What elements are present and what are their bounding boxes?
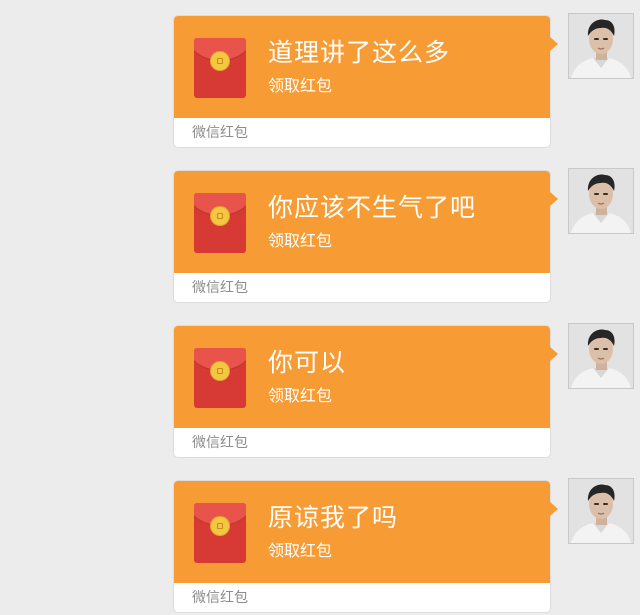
red-packet-card-header: 你应该不生气了吧 领取红包 [174, 171, 550, 273]
envelope-seal-icon [211, 207, 229, 225]
red-packet-subtitle: 领取红包 [268, 231, 333, 250]
message-row: 你应该不生气了吧 领取红包 微信红包 [0, 169, 640, 304]
red-packet-card[interactable]: 你可以 领取红包 微信红包 [174, 326, 550, 457]
red-packet-subtitle: 领取红包 [268, 386, 333, 405]
chat-window: 道理讲了这么多 领取红包 微信红包 你应该不生气了吧 领取红包 微信红包 你可以… [0, 0, 640, 615]
avatar[interactable] [569, 169, 633, 233]
avatar-photo [569, 169, 633, 233]
red-packet-subtitle: 领取红包 [268, 541, 333, 560]
red-packet-card[interactable]: 你应该不生气了吧 领取红包 微信红包 [174, 171, 550, 302]
bubble-tail [549, 191, 558, 207]
red-packet-card-header: 你可以 领取红包 [174, 326, 550, 428]
red-packet-card[interactable]: 道理讲了这么多 领取红包 微信红包 [174, 16, 550, 147]
red-packet-title: 道理讲了这么多 [268, 38, 451, 67]
avatar[interactable] [569, 14, 633, 78]
avatar-photo [569, 479, 633, 543]
red-envelope-icon [194, 503, 246, 563]
red-envelope-icon [194, 348, 246, 408]
red-packet-title: 你可以 [268, 348, 347, 377]
avatar[interactable] [569, 479, 633, 543]
red-packet-card[interactable]: 原谅我了吗 领取红包 微信红包 [174, 481, 550, 612]
red-packet-footer: 微信红包 [192, 280, 248, 296]
avatar-photo [569, 324, 633, 388]
red-packet-footer: 微信红包 [192, 590, 248, 606]
message-row: 原谅我了吗 领取红包 微信红包 [0, 479, 640, 614]
red-packet-title: 你应该不生气了吧 [268, 193, 477, 222]
avatar-photo [569, 14, 633, 78]
bubble-tail [549, 36, 558, 52]
red-packet-card-header: 原谅我了吗 领取红包 [174, 481, 550, 583]
message-row: 你可以 领取红包 微信红包 [0, 324, 640, 459]
red-envelope-icon [194, 193, 246, 253]
red-packet-footer: 微信红包 [192, 435, 248, 451]
bubble-tail [549, 346, 558, 362]
bubble-tail [549, 501, 558, 517]
red-packet-subtitle: 领取红包 [268, 76, 333, 95]
envelope-seal-icon [211, 362, 229, 380]
envelope-seal-icon [211, 517, 229, 535]
avatar[interactable] [569, 324, 633, 388]
message-row: 道理讲了这么多 领取红包 微信红包 [0, 14, 640, 149]
envelope-seal-icon [211, 52, 229, 70]
red-packet-title: 原谅我了吗 [268, 503, 399, 532]
red-packet-card-header: 道理讲了这么多 领取红包 [174, 16, 550, 118]
red-envelope-icon [194, 38, 246, 98]
red-packet-footer: 微信红包 [192, 125, 248, 141]
